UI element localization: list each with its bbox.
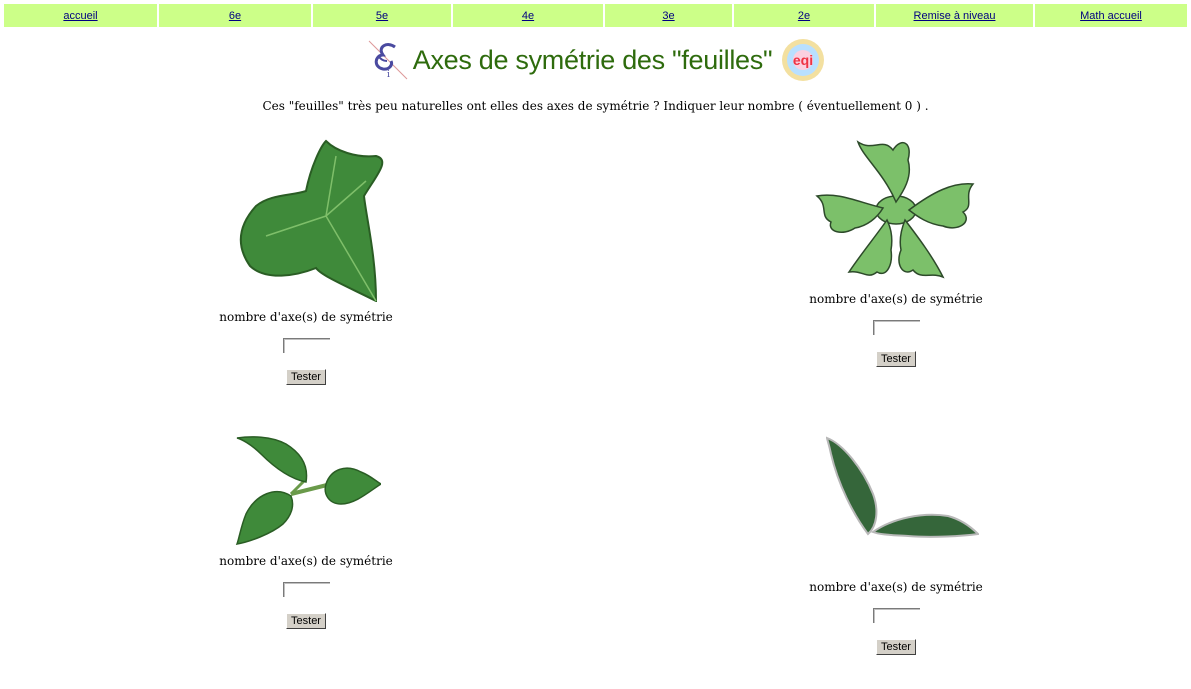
symmetry-axes-input[interactable] [872,320,920,335]
tester-button[interactable]: Tester [286,613,326,629]
symmetry-axes-input[interactable] [872,608,920,623]
nav-link-3e[interactable]: 3e [605,4,732,27]
leaf-caption: nombre d'axe(s) de symétrie [809,580,983,594]
top-nav: accueil 6e 5e 4e 3e 2e Remise à niveau M… [4,4,1187,27]
leaf-exercise-2: nombre d'axe(s) de symétrie Tester [796,132,996,367]
nav-link-remise-a-niveau[interactable]: Remise à niveau [876,4,1033,27]
eqi-logo-icon: eqi [782,39,825,81]
trifoliate-leaf-image [235,436,381,545]
svg-text:i: i [387,70,390,80]
page-header: i Axes de symétrie des "feuilles" eqi [0,36,1191,84]
ivy-leaf-image [239,139,384,302]
tester-button[interactable]: Tester [876,351,916,367]
euclid-logo-icon: i [368,40,408,80]
nav-link-4e[interactable]: 4e [453,4,603,27]
nav-link-math-accueil[interactable]: Math accueil [1035,4,1187,27]
leaf-caption: nombre d'axe(s) de symétrie [219,554,393,568]
symmetry-axes-input[interactable] [282,582,330,597]
symmetry-axes-input[interactable] [282,338,330,353]
nav-link-accueil[interactable]: accueil [4,4,157,27]
nav-link-6e[interactable]: 6e [159,4,311,27]
tester-button[interactable]: Tester [286,369,326,385]
nav-link-2e[interactable]: 2e [734,4,874,27]
leaf-caption: nombre d'axe(s) de symétrie [219,310,393,324]
leaf-exercise-3: nombre d'axe(s) de symétrie Tester [206,434,406,629]
geranium-leaf-image [815,140,975,279]
tester-button[interactable]: Tester [876,639,916,655]
page-title: Axes de symétrie des "feuilles" [412,44,773,75]
leaf-exercise-1: nombre d'axe(s) de symétrie Tester [206,136,406,385]
two-leaves-image [825,436,979,538]
instructions-text: Ces "feuilles" très peu naturelles ont e… [262,99,929,113]
svg-text:eqi: eqi [793,52,813,68]
nav-link-5e[interactable]: 5e [313,4,451,27]
leaf-exercise-4: nombre d'axe(s) de symétrie Tester [796,434,996,655]
leaf-caption: nombre d'axe(s) de symétrie [809,292,983,306]
